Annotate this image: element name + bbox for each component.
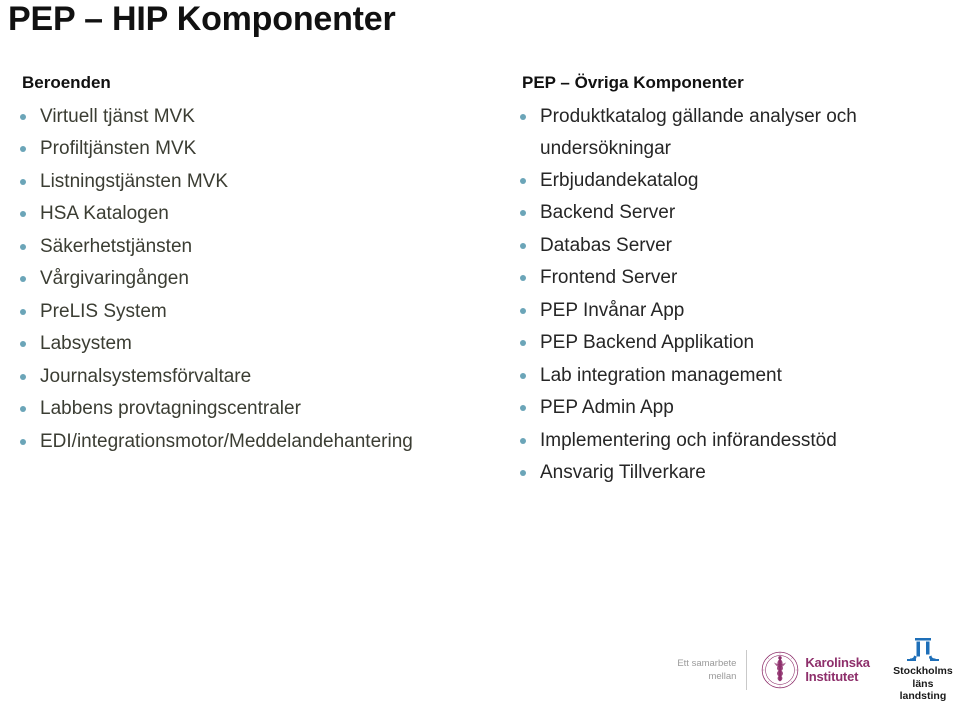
left-column: Beroenden Virtuell tjänst MVK Profiltjän… (18, 72, 508, 458)
right-column: PEP – Övriga Komponenter Produktkatalog … (518, 72, 948, 490)
list-item: Profiltjänsten MVK (18, 133, 508, 166)
list-item-label: PEP Invånar App (540, 299, 685, 321)
list-item-label: Vårgivaringången (40, 268, 189, 290)
list-item: Lab integration management (518, 360, 948, 393)
bullet-dot-icon (520, 340, 526, 347)
list-item: EDI/integrationsmotor/Meddelandehanterin… (18, 426, 508, 459)
bullet-dot-icon (20, 308, 26, 315)
bullet-dot-icon (520, 177, 526, 184)
list-item-label: Labbens provtagningscentraler (40, 398, 301, 420)
list-item-label: Säkerhetstjänsten (40, 235, 193, 257)
list-item-label: EDI/integrationsmotor/Meddelandehanterin… (40, 430, 413, 452)
list-item: Databas Server (518, 230, 948, 263)
sll-wordmark-line2: landsting (899, 690, 947, 703)
list-item-label: Labsystem (40, 333, 132, 355)
list-item-label: HSA Katalogen (40, 203, 169, 225)
list-item: Virtuell tjänst MVK (18, 101, 508, 134)
footer-caption: Ett samarbete mellan (660, 657, 746, 683)
bullet-dot-icon (520, 405, 526, 412)
bullet-dot-icon (520, 307, 526, 314)
karolinska-seal-icon: · (762, 651, 799, 689)
bullet-dot-icon (20, 113, 26, 120)
bullet-dot-icon (520, 470, 526, 477)
sll-pillar-icon (906, 638, 939, 662)
list-item-label: PEP Admin App (540, 397, 674, 419)
karolinska-wordmark: Karolinska Institutet (805, 655, 870, 684)
list-item-label: Lab integration management (540, 364, 782, 386)
left-column-heading: Beroenden (22, 73, 111, 92)
list-item: PreLIS System (18, 296, 508, 329)
list-item: Labbens provtagningscentraler (18, 393, 508, 426)
right-column-heading: PEP – Övriga Komponenter (522, 73, 744, 92)
list-item-label: Erbjudandekatalog (540, 169, 699, 191)
list-item-label: Implementering och införandesstöd (540, 429, 837, 451)
list-item-label: Profiltjänsten MVK (40, 138, 197, 160)
list-item-label: PEP Backend Applikation (540, 332, 755, 354)
list-item: PEP Backend Applikation (518, 327, 948, 360)
footer-caption-line1: Ett samarbete (677, 658, 737, 669)
list-item-label: Backend Server (540, 202, 676, 224)
footer-logo-bar: Ett samarbete mellan · Karolinska Instit… (660, 637, 960, 703)
bullet-dot-icon (520, 372, 526, 379)
bullet-dot-icon (20, 211, 26, 218)
sll-wordmark-line1: Stockholms läns (893, 665, 953, 690)
list-item: PEP Invånar App (518, 295, 948, 328)
bullet-dot-icon (520, 210, 526, 217)
list-item-label: Ansvarig Tillverkare (540, 462, 706, 484)
karolinska-wordmark-line1: Karolinska (805, 655, 870, 670)
bullet-dot-icon (20, 146, 26, 153)
right-column-list: Produktkatalog gällande analyser och und… (518, 101, 948, 490)
slide-canvas: PEP – HIP Komponenter Beroenden Virtuell… (0, 0, 960, 703)
bullet-dot-icon (20, 438, 26, 445)
list-item-label: Listningstjänsten MVK (40, 170, 228, 192)
list-item: Frontend Server (518, 262, 948, 295)
karolinska-institutet-logo: · Karolinska Institutet (761, 651, 870, 689)
list-item: HSA Katalogen (18, 198, 508, 231)
bullet-dot-icon (20, 276, 26, 283)
list-item: Säkerhetstjänsten (18, 231, 508, 264)
list-item: Listningstjänsten MVK (18, 166, 508, 199)
list-item-label: Journalsystemsförvaltare (40, 365, 252, 387)
left-column-list: Virtuell tjänst MVK Profiltjänsten MVK L… (18, 101, 508, 459)
footer-divider (746, 650, 748, 690)
list-item-label: Virtuell tjänst MVK (40, 105, 195, 127)
stockholms-lans-landsting-logo: Stockholms läns landsting (886, 637, 960, 703)
list-item: Labsystem (18, 328, 508, 361)
list-item: Produktkatalog gällande analyser och und… (518, 101, 948, 165)
list-item-label: PreLIS System (40, 300, 167, 322)
list-item-label: Produktkatalog gällande analyser och und… (540, 105, 857, 159)
bullet-dot-icon (520, 437, 526, 444)
bullet-dot-icon (20, 178, 26, 185)
bullet-dot-icon (520, 113, 526, 120)
footer-caption-line2: mellan (708, 671, 737, 682)
bullet-dot-icon (20, 406, 26, 413)
list-item-label: Databas Server (540, 234, 673, 256)
list-item: Journalsystemsförvaltare (18, 361, 508, 394)
page-title: PEP – HIP Komponenter (8, 0, 396, 38)
list-item: Vårgivaringången (18, 263, 508, 296)
bullet-dot-icon (520, 242, 526, 249)
list-item: Ansvarig Tillverkare (518, 457, 948, 490)
list-item: Erbjudandekatalog (518, 165, 948, 198)
bullet-dot-icon (20, 243, 26, 250)
list-item-label: Frontend Server (540, 267, 678, 289)
sll-wordmark: Stockholms läns landsting (886, 665, 960, 703)
bullet-dot-icon (520, 275, 526, 282)
list-item: Backend Server (518, 197, 948, 230)
bullet-dot-icon (20, 341, 26, 348)
bullet-dot-icon (20, 373, 26, 380)
karolinska-wordmark-line2: Institutet (805, 669, 859, 684)
list-item: Implementering och införandesstöd (518, 425, 948, 458)
list-item: PEP Admin App (518, 392, 948, 425)
